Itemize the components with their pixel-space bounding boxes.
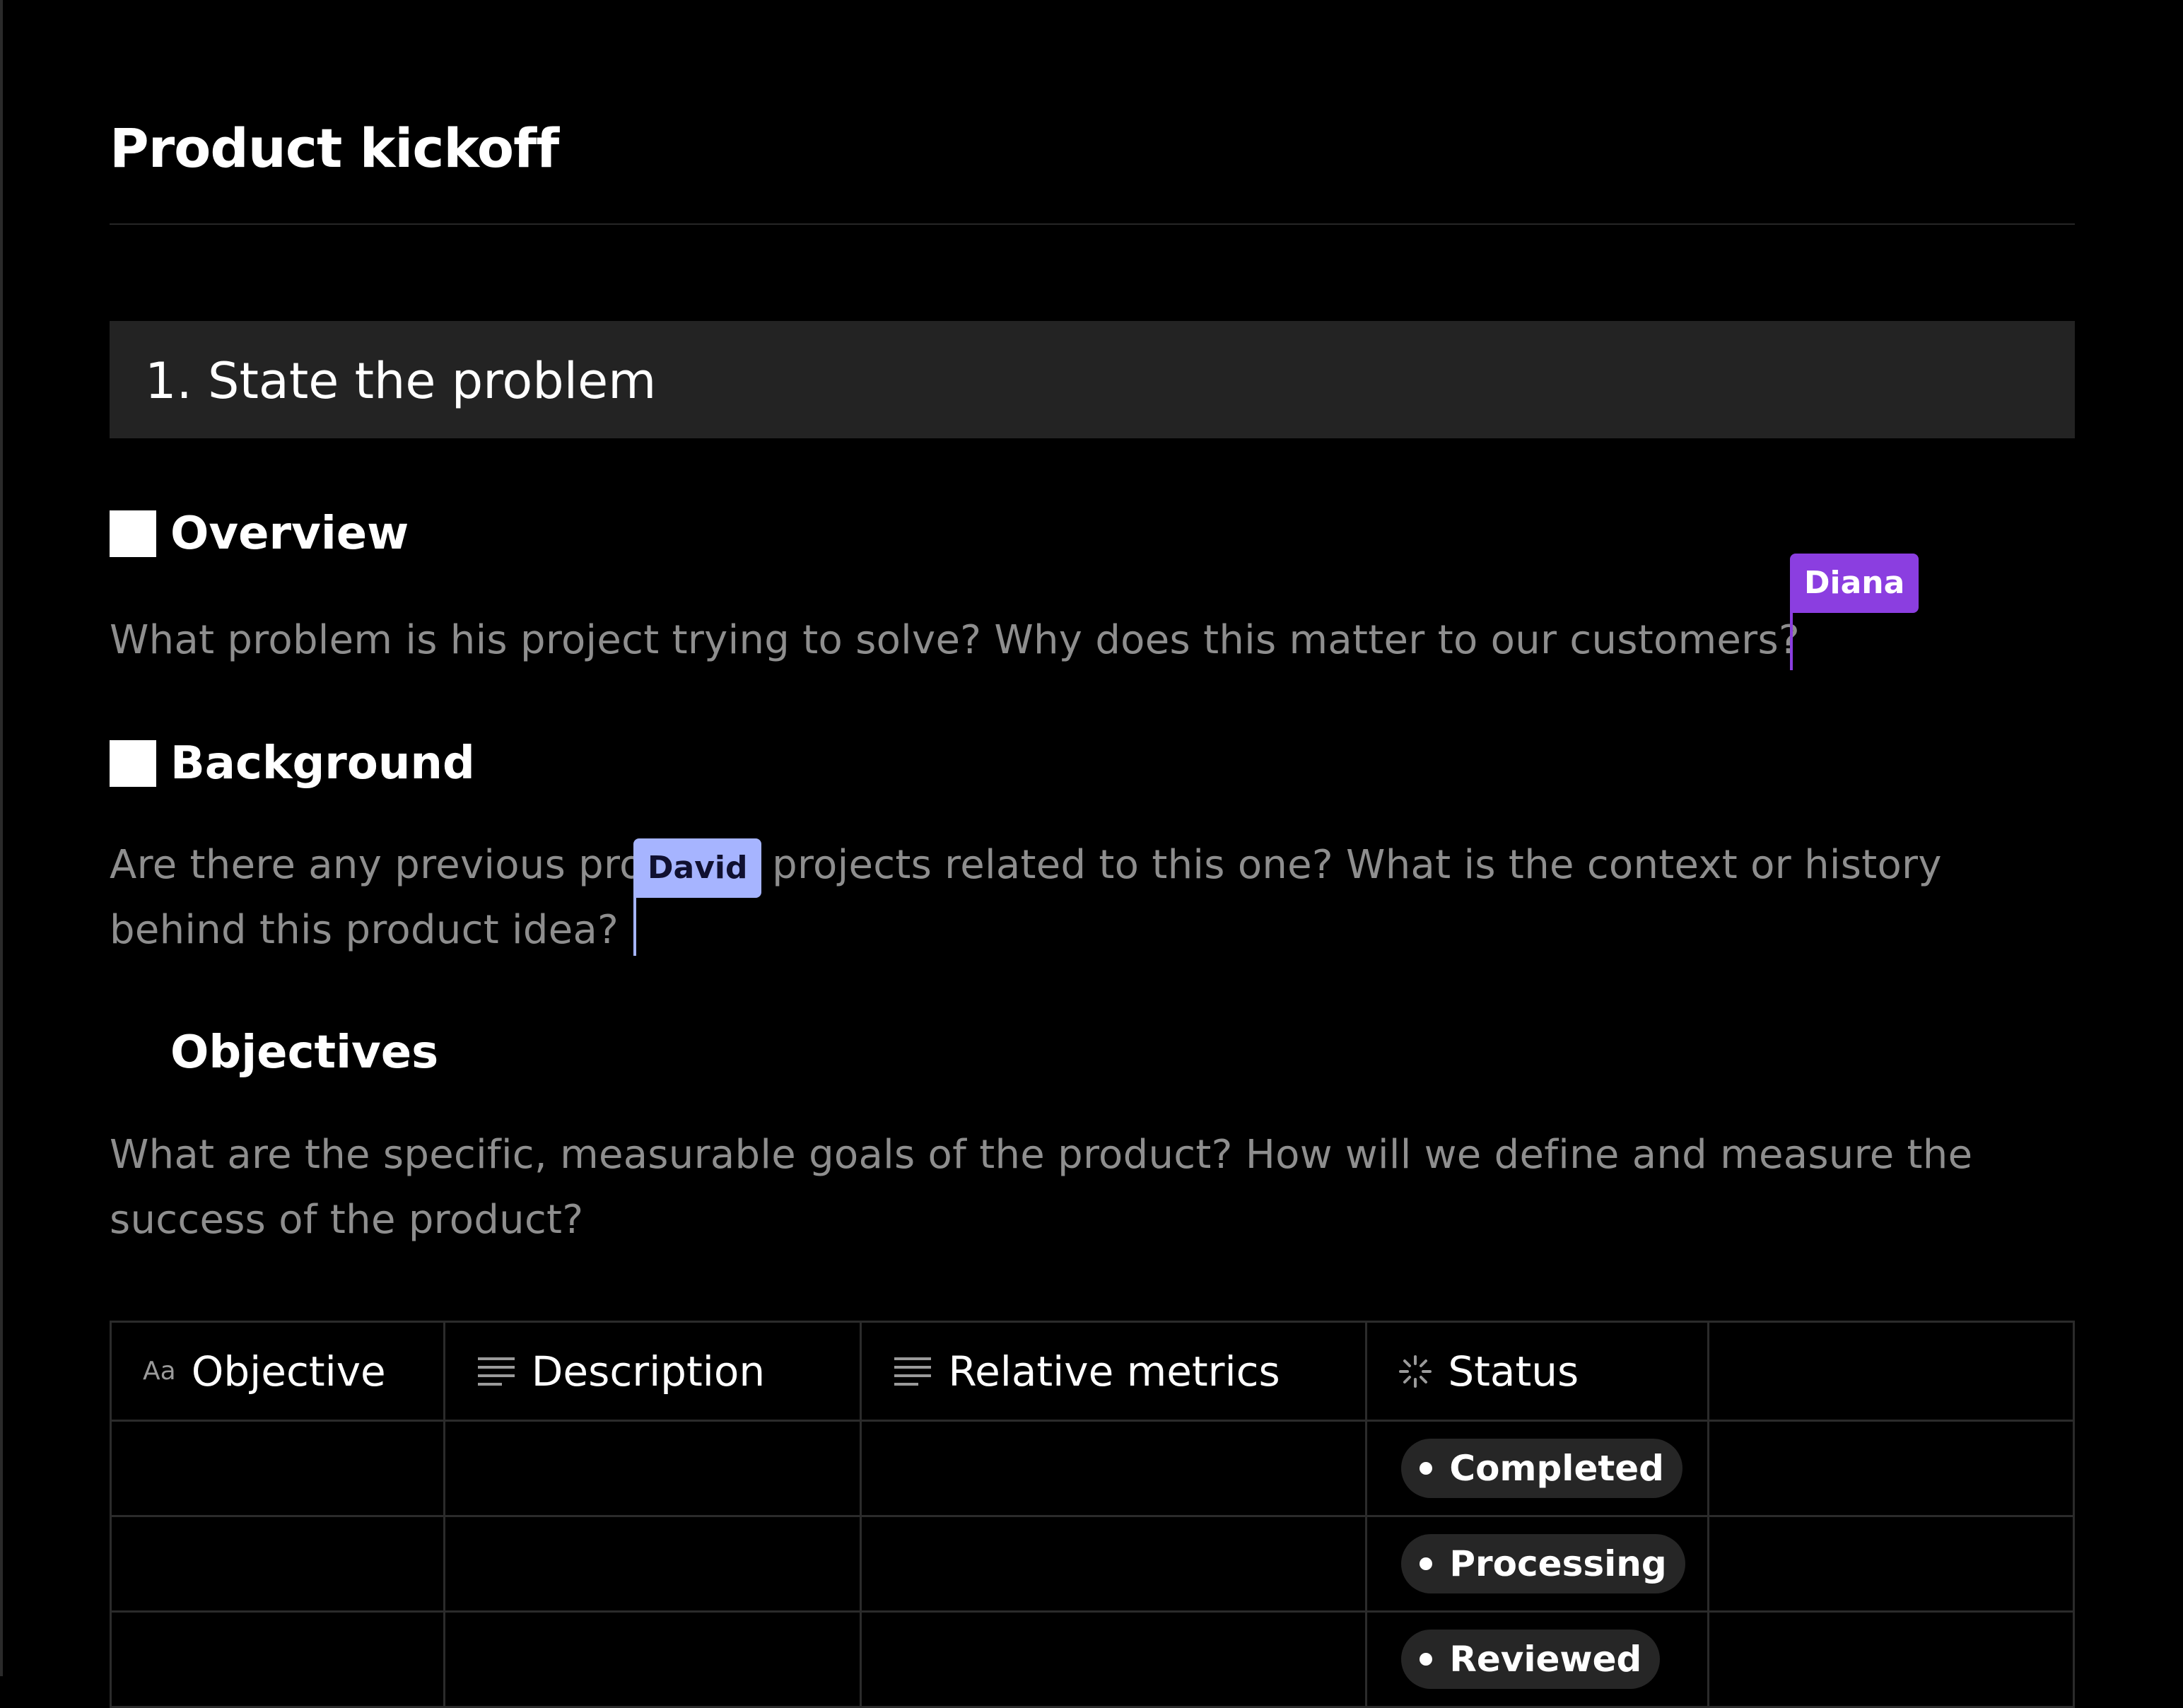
diana-cursor [1790, 608, 1793, 670]
section-title: 1. State the problem [145, 352, 657, 410]
overview-heading[interactable]: Overview [110, 508, 409, 560]
background-text-part1: Are there any previous pro [110, 842, 644, 888]
metrics-cell[interactable] [860, 1515, 1368, 1613]
text-format-icon: Aa [143, 1357, 176, 1386]
dot-icon [1420, 1653, 1433, 1666]
description-cell[interactable] [443, 1610, 862, 1708]
background-heading-text: Background [170, 737, 475, 790]
column-label: Status [1448, 1347, 1579, 1396]
objective-cell[interactable] [110, 1515, 445, 1613]
david-cursor-label: David [633, 838, 762, 898]
objective-cell[interactable] [110, 1610, 445, 1708]
page-title[interactable]: Product kickoff [110, 117, 559, 180]
empty-cell[interactable] [1707, 1420, 2075, 1517]
background-text-line2: behind this product idea? [110, 907, 619, 953]
overview-paragraph[interactable]: What problem is his project trying to so… [110, 608, 2061, 673]
column-header-objective[interactable]: Aa Objective [110, 1321, 445, 1422]
description-cell[interactable] [443, 1515, 862, 1613]
square-icon [110, 740, 156, 787]
background-heading[interactable]: Background [110, 737, 475, 790]
metrics-cell[interactable] [860, 1610, 1368, 1708]
dot-icon [1420, 1462, 1433, 1475]
objective-cell[interactable] [110, 1420, 445, 1517]
lines-icon [893, 1355, 932, 1388]
objectives-text-line2: success of the product? [110, 1197, 584, 1243]
lines-icon [476, 1355, 516, 1388]
status-badge[interactable]: Reviewed [1401, 1630, 1661, 1689]
title-divider [110, 223, 2075, 225]
metrics-cell[interactable] [860, 1420, 1368, 1517]
loading-spinner-icon [1398, 1355, 1432, 1388]
section-header[interactable]: 1. State the problem [110, 321, 2075, 438]
background-text-part2: r projects related to this one? What is … [742, 842, 1942, 888]
status-cell[interactable]: Completed [1365, 1420, 1710, 1517]
description-cell[interactable] [443, 1420, 862, 1517]
david-cursor [633, 896, 636, 956]
objectives-heading-text: Objectives [170, 1026, 439, 1079]
status-cell[interactable]: Processing [1365, 1515, 1710, 1613]
table-row[interactable]: Completed [110, 1420, 2075, 1517]
column-header-description[interactable]: Description [443, 1321, 862, 1422]
table-header-row: Aa Objective Description Relative metric… [110, 1321, 2075, 1422]
column-header-empty[interactable] [1707, 1321, 2075, 1422]
overview-heading-text: Overview [170, 508, 409, 560]
empty-cell[interactable] [1707, 1610, 2075, 1708]
square-icon [110, 510, 156, 557]
empty-cell[interactable] [1707, 1515, 2075, 1613]
table-row[interactable]: Reviewed [110, 1610, 2075, 1708]
status-badge[interactable]: Processing [1401, 1534, 1685, 1593]
objectives-paragraph[interactable]: What are the specific, measurable goals … [110, 1123, 2061, 1253]
status-cell[interactable]: Reviewed [1365, 1610, 1710, 1708]
overview-text: What problem is his project trying to so… [110, 617, 1801, 663]
column-label: Relative metrics [948, 1347, 1280, 1396]
dot-icon [1420, 1557, 1433, 1570]
column-label: Objective [191, 1347, 386, 1396]
status-badge[interactable]: Completed [1401, 1439, 1682, 1498]
objectives-table: Aa Objective Description Relative metric… [110, 1321, 2075, 1708]
column-label: Description [531, 1347, 766, 1396]
diana-cursor-label: Diana [1790, 554, 1919, 613]
table-row[interactable]: Processing [110, 1515, 2075, 1613]
background-paragraph[interactable]: Are there any previous pro r projects rel… [110, 833, 2061, 963]
column-header-relative-metrics[interactable]: Relative metrics [860, 1321, 1368, 1422]
objectives-text-line1: What are the specific, measurable goals … [110, 1132, 1973, 1178]
objectives-heading[interactable]: Objectives [110, 1026, 438, 1079]
column-header-status[interactable]: Status [1365, 1321, 1710, 1422]
